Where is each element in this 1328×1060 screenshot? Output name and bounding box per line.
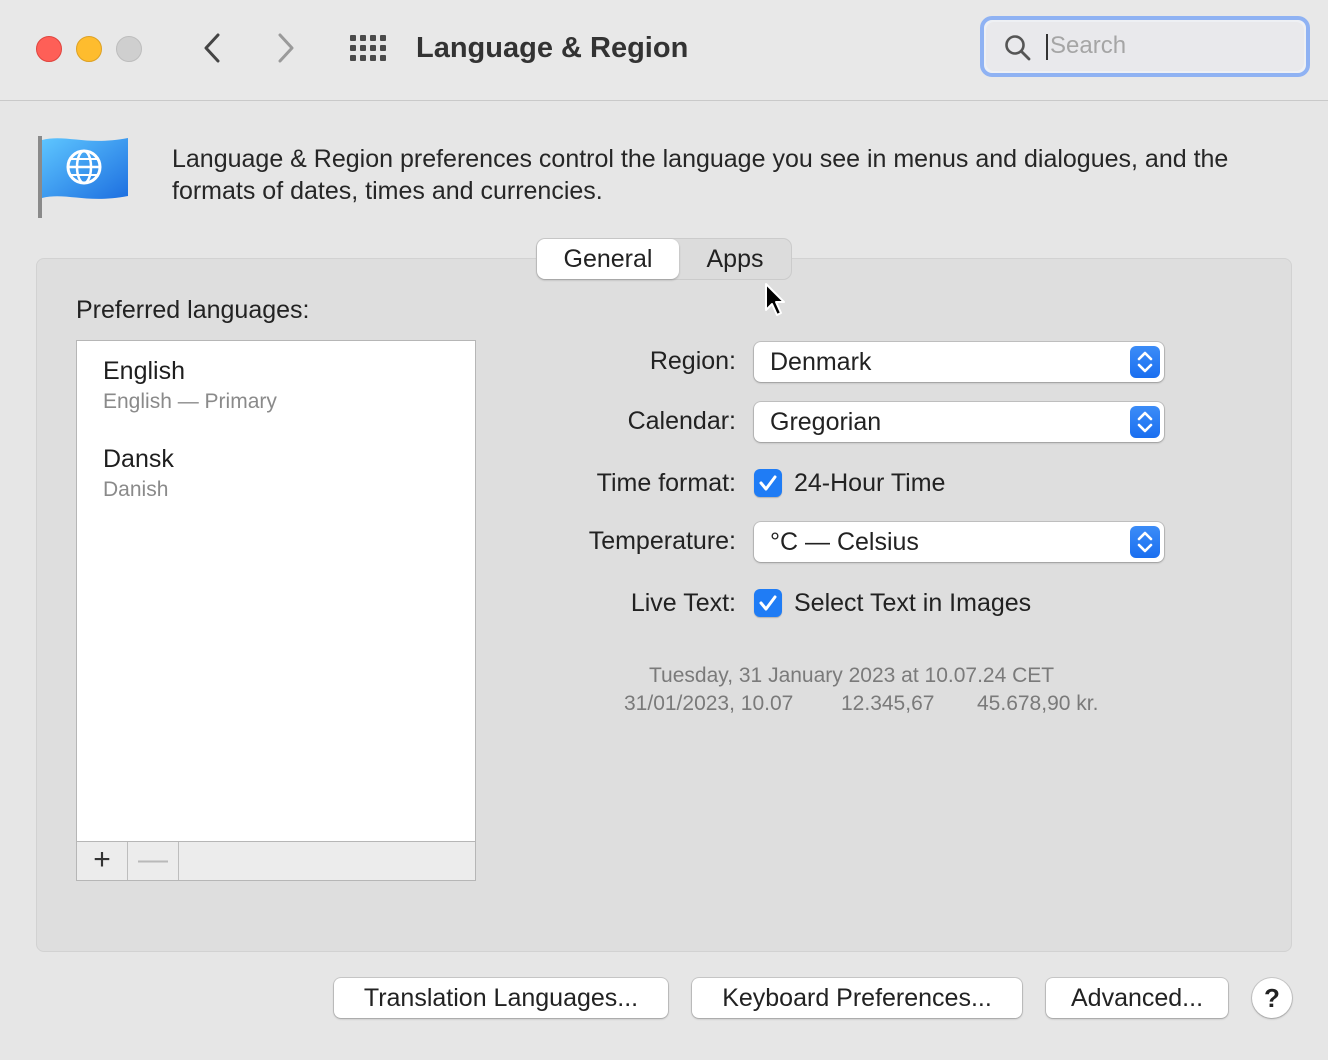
region-label: Region: [649,347,736,375]
sample-number: 12.345,67 [841,692,935,715]
tab-apps[interactable]: Apps [679,239,791,279]
temperature-label: Temperature: [588,527,736,555]
language-list[interactable]: English English — Primary Dansk Danish [76,340,476,842]
window-title: Language & Region [416,32,689,64]
tab-bar: General Apps [536,238,792,280]
sample-currency: 45.678,90 kr. [977,692,1099,715]
popup-arrows-icon [1130,346,1160,378]
time-format-label: Time format: [596,469,736,497]
keyboard-preferences-button[interactable]: Keyboard Preferences... [692,978,1022,1018]
language-item-dansk[interactable]: Dansk Danish [103,443,174,505]
live-text-checkbox[interactable] [754,589,782,617]
popup-arrows-icon [1130,526,1160,558]
chevron-left-icon [204,33,220,63]
language-subtitle: Danish [103,478,169,501]
forward-button[interactable] [266,28,306,68]
mouse-pointer-icon [765,283,785,316]
checkmark-icon [759,595,777,611]
remove-language-button[interactable]: — [128,842,179,880]
show-all-button[interactable] [346,30,388,66]
language-subtitle: English — Primary [103,390,277,413]
region-popup[interactable]: Denmark [754,342,1164,382]
search-box[interactable] [980,16,1310,77]
language-item-english[interactable]: English English — Primary [103,355,277,417]
search-input[interactable] [1048,30,1292,62]
temperature-value: °C — Celsius [770,528,919,556]
language-name: Dansk [103,445,174,473]
pane-description: Language & Region preferences control th… [172,145,1229,205]
region-value: Denmark [770,348,872,376]
close-button[interactable] [36,36,62,62]
chevron-right-icon [278,33,294,63]
sample-long-date: Tuesday, 31 January 2023 at 10.07.24 CET [649,664,1055,687]
globe-flag-icon [38,136,128,218]
temperature-popup[interactable]: °C — Celsius [754,522,1164,562]
live-text-label: Live Text: [630,589,736,617]
calendar-label: Calendar: [627,407,736,435]
zoom-button[interactable] [116,36,142,62]
translation-languages-button[interactable]: Translation Languages... [334,978,668,1018]
search-icon [1005,35,1031,61]
help-button[interactable]: ? [1252,978,1292,1018]
preferred-languages-heading: Preferred languages: [76,296,310,324]
back-button[interactable] [192,28,232,68]
checkmark-icon [759,475,777,491]
calendar-popup[interactable]: Gregorian [754,402,1164,442]
tab-general[interactable]: General [537,239,679,279]
add-language-button[interactable]: + [77,842,128,880]
calendar-value: Gregorian [770,408,882,436]
time-format-checkbox[interactable] [754,469,782,497]
advanced-button[interactable]: Advanced... [1046,978,1228,1018]
sample-short-date: 31/01/2023, 10.07 [624,692,794,715]
language-name: English [103,357,185,385]
grid-icon [350,35,386,61]
time-format-option: 24-Hour Time [794,469,946,497]
language-list-toolbar: + — [76,841,476,881]
popup-arrows-icon [1130,406,1160,438]
title-bar: Language & Region [0,0,1328,101]
minimize-button[interactable] [76,36,102,62]
live-text-option: Select Text in Images [794,589,1032,617]
